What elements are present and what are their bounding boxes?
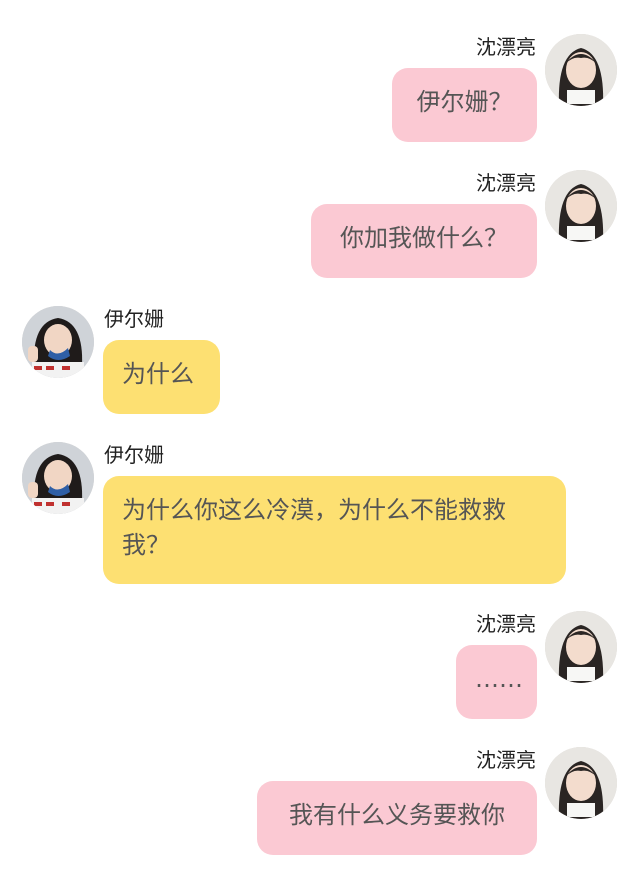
avatar-girl-icon	[22, 442, 94, 514]
message-bubble[interactable]: ……	[456, 645, 537, 719]
avatar-yi-ershan[interactable]	[22, 306, 94, 378]
message-bubble[interactable]: 为什么你这么冷漠，为什么不能救救我？	[103, 476, 566, 584]
message-row: 伊尔姗 为什么你这么冷漠，为什么不能救救我？	[0, 442, 640, 587]
message-row: 沈漂亮 我有什么义务要救你	[0, 747, 640, 857]
avatar-girl-icon	[545, 34, 617, 106]
avatar-shen-piaoliang[interactable]	[545, 170, 617, 242]
message-bubble[interactable]: 为什么	[103, 340, 220, 414]
sender-name: 沈漂亮	[476, 612, 536, 636]
message-bubble[interactable]: 你加我做什么？	[311, 204, 537, 278]
message-bubble[interactable]: 我有什么义务要救你	[257, 781, 537, 855]
sender-name: 伊尔姗	[104, 443, 164, 467]
avatar-girl-icon	[22, 306, 94, 378]
avatar-girl-icon	[545, 611, 617, 683]
avatar-girl-icon	[545, 747, 617, 819]
message-row: 沈漂亮 你加我做什么？	[0, 170, 640, 280]
avatar-shen-piaoliang[interactable]	[545, 747, 617, 819]
message-row: 沈漂亮 伊尔姗？	[0, 34, 640, 144]
avatar-yi-ershan[interactable]	[22, 442, 94, 514]
avatar-shen-piaoliang[interactable]	[545, 611, 617, 683]
sender-name: 伊尔姗	[104, 307, 164, 331]
sender-name: 沈漂亮	[476, 748, 536, 772]
message-row: 伊尔姗 为什么	[0, 306, 640, 416]
sender-name: 沈漂亮	[476, 171, 536, 195]
message-row: 沈漂亮 ……	[0, 611, 640, 721]
avatar-girl-icon	[545, 170, 617, 242]
avatar-shen-piaoliang[interactable]	[545, 34, 617, 106]
message-bubble[interactable]: 伊尔姗？	[392, 68, 537, 142]
sender-name: 沈漂亮	[476, 35, 536, 59]
